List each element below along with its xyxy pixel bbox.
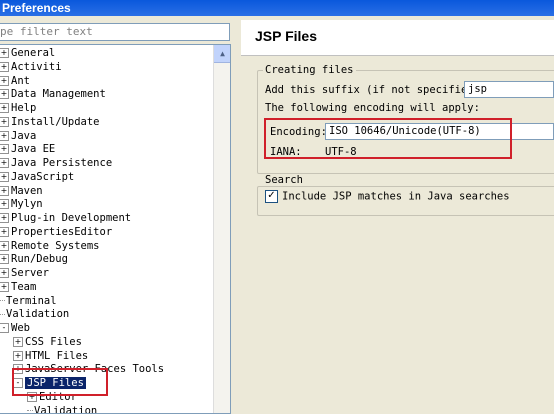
tree-item[interactable]: +Activiti [0,61,62,74]
tree-item[interactable]: +Mylyn [0,198,43,211]
tree-item[interactable]: +Team [0,281,36,294]
tree-item-label: JavaScript [11,171,74,183]
tree-item-label: Web [11,322,30,334]
page-header: JSP Files [241,20,554,56]
tree-item-label: Activiti [11,61,62,73]
tree-item[interactable]: Terminal [0,295,57,308]
tree-item[interactable]: +Server [0,267,49,280]
tree-item-label: Help [11,102,36,114]
tree-line-icon [0,314,5,315]
tree-item[interactable]: +Java EE [0,143,55,156]
expand-icon[interactable]: + [0,254,9,264]
collapse-icon[interactable]: - [0,323,9,333]
tree-item-label: Install/Update [11,116,100,128]
encoding-highlight [264,118,512,159]
tree-item[interactable]: +General [0,47,55,60]
expand-icon[interactable]: + [0,117,9,127]
tree-item-label: Ant [11,75,30,87]
creating-files-label: Creating files [263,64,356,76]
tree-item[interactable]: +Java Persistence [0,157,112,170]
expand-icon[interactable]: + [0,241,9,251]
java-search-checkbox-row[interactable]: ✓ Include JSP matches in Java searches [265,190,510,204]
expand-icon[interactable]: + [0,62,9,72]
tree-item[interactable]: +JavaScript [0,171,74,184]
java-search-checkbox-label: Include JSP matches in Java searches [282,191,510,203]
expand-icon[interactable]: + [0,282,9,292]
tree-item[interactable]: +Help [0,102,36,115]
tree-item[interactable]: +Run/Debug [0,253,68,266]
expand-icon[interactable]: + [0,76,9,86]
tree-item[interactable]: +Maven [0,185,43,198]
tree-item[interactable]: +PropertiesEditor [0,226,112,239]
tree-item[interactable]: Validation [0,308,69,321]
tree-item[interactable]: +Plug-in Development [0,212,131,225]
expand-icon[interactable]: + [0,186,9,196]
tree-item-label: HTML Files [25,350,88,362]
tree-item[interactable]: +HTML Files [13,350,88,363]
tree-item-label: Maven [11,185,43,197]
tree-item-label: Data Management [11,88,106,100]
expand-icon[interactable]: + [0,199,9,209]
window-title: Preferences [0,0,554,16]
tree-item-label: Java EE [11,143,55,155]
page-title: JSP Files [255,28,317,44]
tree-item[interactable]: -Web [0,322,30,335]
scroll-up-icon[interactable]: ▲ [214,45,231,63]
suffix-input[interactable]: jsp [464,81,554,98]
tree-item-label: Java [11,130,36,142]
tree-item-label: General [11,47,55,59]
search-label: Search [263,174,305,186]
tree-item-label: CSS Files [25,336,82,348]
expand-icon[interactable]: + [0,172,9,182]
expand-icon[interactable]: + [0,268,9,278]
tree-item[interactable]: +CSS Files [13,336,82,349]
tree-item-label: Terminal [6,295,57,307]
expand-icon[interactable]: + [13,337,23,347]
tree-item-label: Validation [34,405,97,414]
expand-icon[interactable]: + [0,227,9,237]
checkbox-checked-icon[interactable]: ✓ [265,190,278,203]
tree-item-label: Team [11,281,36,293]
tree-line-icon [27,410,33,411]
tree-item-label: Run/Debug [11,253,68,265]
tree-item[interactable]: +Java [0,130,36,143]
tree-item-label: Plug-in Development [11,212,131,224]
tree-line-icon [0,300,5,301]
tree-item[interactable]: +Install/Update [0,116,100,129]
suffix-label: Add this suffix (if not specified): [265,84,486,97]
jsp-files-highlight [12,368,108,396]
encoding-note: The following encoding will apply: [265,102,480,115]
tree-scrollbar[interactable]: ▲ [213,45,231,414]
tree-item[interactable]: +Data Management [0,88,106,101]
tree-item-label: Validation [6,308,69,320]
page-body: Creating files Add this suffix (if not s… [241,56,554,409]
tree-item-label: Remote Systems [11,240,100,252]
tree-item[interactable]: Validation [27,405,97,414]
tree-item-label: Mylyn [11,198,43,210]
expand-icon[interactable]: + [0,144,9,154]
tree-item-label: Java Persistence [11,157,112,169]
preferences-tree[interactable]: +General+Activiti+Ant+Data Management+He… [0,44,231,414]
expand-icon[interactable]: + [13,351,23,361]
tree-item[interactable]: +Ant [0,75,30,88]
expand-icon[interactable]: + [0,103,9,113]
filter-input[interactable]: pe filter text [0,23,230,41]
expand-icon[interactable]: + [0,89,9,99]
tree-item[interactable]: +Remote Systems [0,240,100,253]
expand-icon[interactable]: + [0,158,9,168]
expand-icon[interactable]: + [0,48,9,58]
tree-item-label: PropertiesEditor [11,226,112,238]
expand-icon[interactable]: + [0,131,9,141]
tree-item-label: Server [11,267,49,279]
expand-icon[interactable]: + [0,213,9,223]
